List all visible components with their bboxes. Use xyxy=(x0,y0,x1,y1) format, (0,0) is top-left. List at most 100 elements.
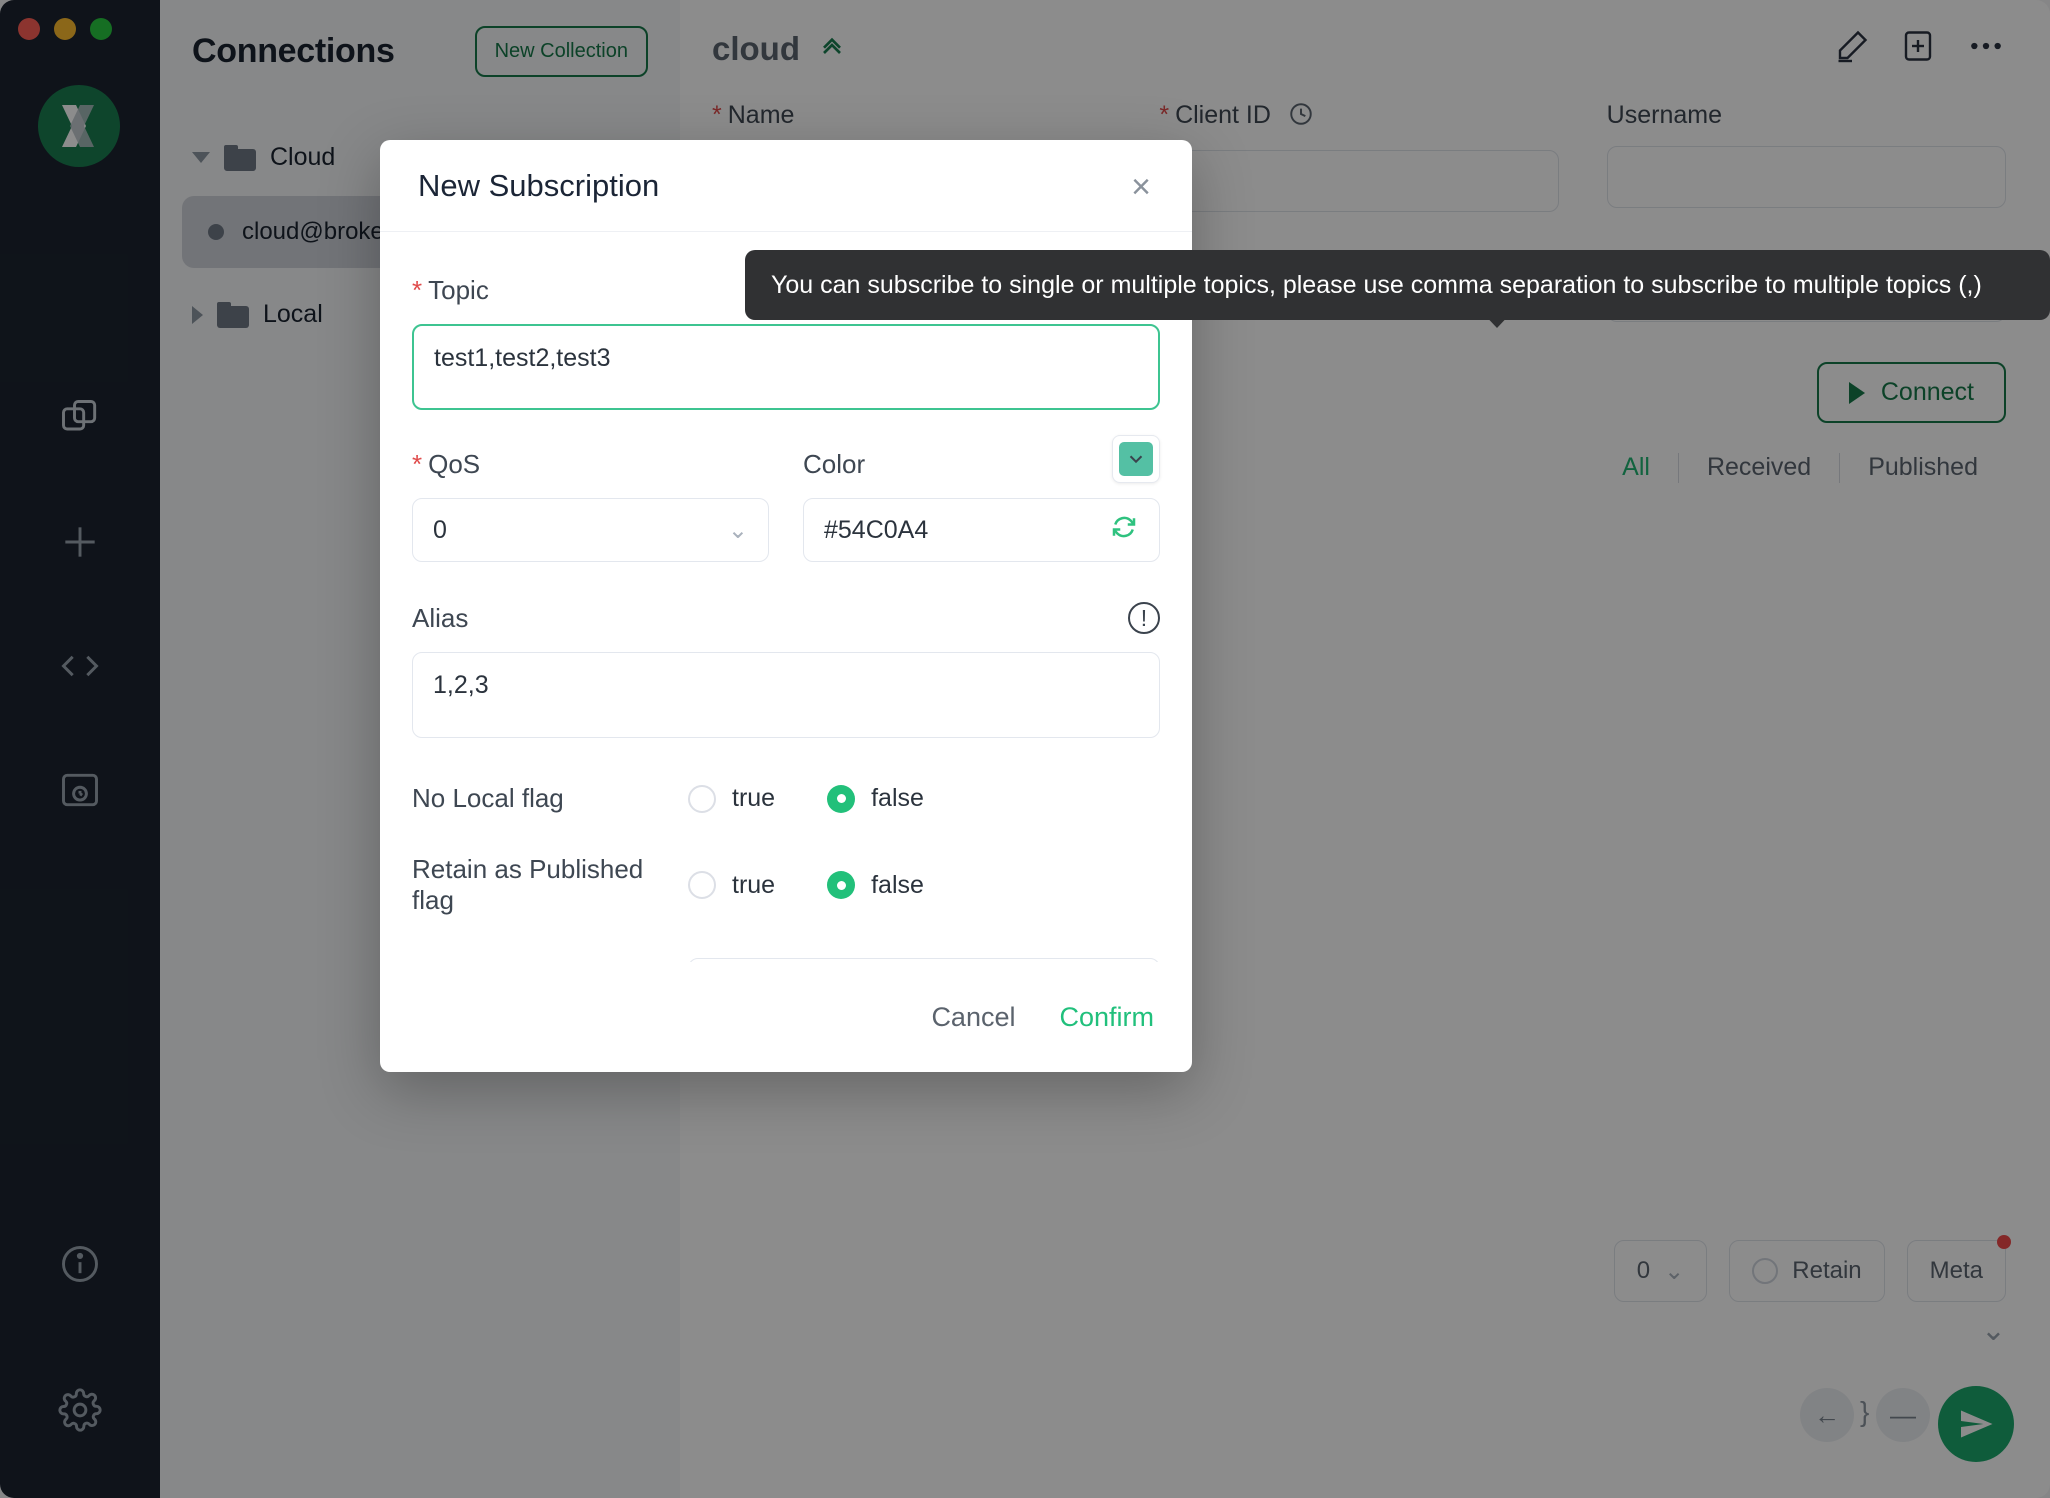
minimize-window-button[interactable] xyxy=(54,18,76,40)
label-text: Topic xyxy=(428,274,489,305)
no-local-flag-row: No Local flag true false xyxy=(412,783,1160,814)
tree-label: Cloud xyxy=(270,143,336,171)
qos-value: 0 xyxy=(1636,1257,1651,1284)
chevron-up-icon[interactable] xyxy=(816,29,848,69)
window-traffic-lights xyxy=(18,18,112,40)
topic-tooltip: You can subscribe to single or multiple … xyxy=(745,250,2050,328)
code-icon[interactable] xyxy=(52,638,108,694)
tab-published[interactable]: Published xyxy=(1840,453,2006,483)
tooltip-arrow xyxy=(1480,310,1514,328)
dialog-header: New Subscription × xyxy=(380,140,1192,232)
expand-chevron-icon[interactable]: ⌄ xyxy=(1981,1313,2006,1348)
play-icon xyxy=(1848,381,1865,404)
label-text: Client ID xyxy=(1175,101,1271,129)
retain-as-published-false[interactable]: false xyxy=(827,871,924,900)
clock-icon[interactable] xyxy=(1288,103,1314,133)
required-asterisk: * xyxy=(412,274,423,305)
qos-value: 0 xyxy=(433,515,447,544)
color-label: Color xyxy=(803,449,866,479)
alias-label-row: Alias ! xyxy=(412,602,1160,634)
more-options-icon[interactable] xyxy=(1966,26,2006,71)
main-header: cloud xyxy=(680,0,2050,71)
field-label: * Name xyxy=(712,101,1111,130)
refresh-icon[interactable] xyxy=(1109,512,1139,549)
label-text: Name xyxy=(727,101,795,129)
notification-badge xyxy=(1997,1235,2011,1249)
chevron-down-icon: ⌄ xyxy=(727,516,748,544)
no-local-flag-false[interactable]: false xyxy=(827,784,924,813)
radio-label: false xyxy=(871,784,924,812)
retain-as-published-true[interactable]: true xyxy=(688,871,775,900)
color-hex-value: #54C0A4 xyxy=(824,515,929,544)
retain-as-published-flag-row: Retain as Published flag true false xyxy=(412,854,1160,916)
radio-selected-icon xyxy=(827,784,856,813)
plus-icon[interactable] xyxy=(52,514,108,570)
chevron-down-icon[interactable] xyxy=(192,152,210,163)
color-swatch xyxy=(1119,442,1153,476)
settings-gear-icon[interactable] xyxy=(52,1382,108,1438)
new-window-icon[interactable] xyxy=(1900,28,1936,69)
meta-button[interactable]: Meta xyxy=(1906,1235,2011,1302)
tab-received[interactable]: Received xyxy=(1679,453,1839,483)
info-circle-icon[interactable]: ! xyxy=(1128,602,1160,634)
username-input[interactable] xyxy=(1606,146,2006,208)
alias-label: Alias xyxy=(412,602,469,633)
tooltip-text: You can subscribe to single or multiple … xyxy=(771,271,1982,299)
required-asterisk: * xyxy=(412,449,423,479)
close-window-button[interactable] xyxy=(18,18,40,40)
retain-toggle[interactable]: Retain xyxy=(1729,1240,1885,1302)
tab-all[interactable]: All xyxy=(1594,453,1678,483)
confirm-button[interactable]: Confirm xyxy=(1059,1002,1154,1033)
publish-toolbar: 0 ⌄ Retain Meta xyxy=(680,1235,2050,1302)
close-icon[interactable]: × xyxy=(1120,166,1162,208)
radio-unselected-icon xyxy=(688,871,716,899)
client-id-input[interactable] xyxy=(1159,150,1559,212)
qos-field: * QoS 0 ⌄ xyxy=(412,449,769,562)
field-label: * Client ID xyxy=(1159,101,1558,134)
rail-bottom-group xyxy=(0,1236,160,1438)
edit-pencil-icon[interactable] xyxy=(1834,28,1870,69)
chevron-down-icon: ⌄ xyxy=(1664,1257,1685,1285)
topic-label: * Topic xyxy=(412,275,489,306)
no-local-flag-radios: true false xyxy=(688,784,924,813)
app-window: Connections New Collection Cloud cloud@b… xyxy=(0,0,2050,1498)
radio-label: false xyxy=(871,870,924,899)
folder-icon xyxy=(224,144,256,171)
label-text: QoS xyxy=(428,449,481,479)
radio-icon xyxy=(1752,1258,1779,1284)
connect-button[interactable]: Connect xyxy=(1816,362,2006,423)
minus-icon[interactable]: — xyxy=(1876,1388,1930,1442)
connect-label: Connect xyxy=(1880,378,1974,406)
qos-select[interactable]: 0 ⌄ xyxy=(1613,1240,1708,1302)
cancel-button[interactable]: Cancel xyxy=(931,1002,1015,1033)
meta-label: Meta xyxy=(1929,1257,1983,1284)
info-icon[interactable] xyxy=(52,1236,108,1292)
label-text: Username xyxy=(1606,101,1722,129)
main-actions xyxy=(1834,26,2006,71)
emqx-logo xyxy=(38,85,120,167)
chevron-right-icon[interactable] xyxy=(192,305,203,324)
no-local-flag-true[interactable]: true xyxy=(688,784,775,813)
back-arrow-icon[interactable]: ← xyxy=(1800,1388,1854,1442)
dialog-title: New Subscription xyxy=(418,167,660,203)
alias-input[interactable] xyxy=(412,652,1160,738)
collections-icon[interactable] xyxy=(52,390,108,446)
send-paper-plane-icon[interactable] xyxy=(1938,1386,2014,1462)
color-swatch-button[interactable] xyxy=(1112,435,1160,483)
color-hex-input[interactable]: #54C0A4 xyxy=(803,498,1160,562)
maximize-window-button[interactable] xyxy=(90,18,112,40)
qos-select[interactable]: 0 ⌄ xyxy=(412,498,769,562)
connections-header: Connections New Collection xyxy=(160,0,680,77)
radio-selected-icon xyxy=(827,871,856,899)
topic-input[interactable] xyxy=(412,324,1160,410)
no-local-flag-label: No Local flag xyxy=(412,783,564,813)
log-icon[interactable] xyxy=(52,762,108,818)
dialog-body: *Topic ! *QoS 0 ⌄ Color xyxy=(380,232,1192,962)
page-title: Connections xyxy=(192,32,395,70)
required-asterisk: * xyxy=(712,101,722,129)
new-collection-button[interactable]: New Collection xyxy=(474,26,648,77)
dialog-footer: Cancel Confirm xyxy=(380,962,1192,1072)
retain-as-published-flag-radios: true false xyxy=(688,871,924,900)
left-rail xyxy=(0,0,160,1498)
field-label: Username xyxy=(1607,101,2006,130)
